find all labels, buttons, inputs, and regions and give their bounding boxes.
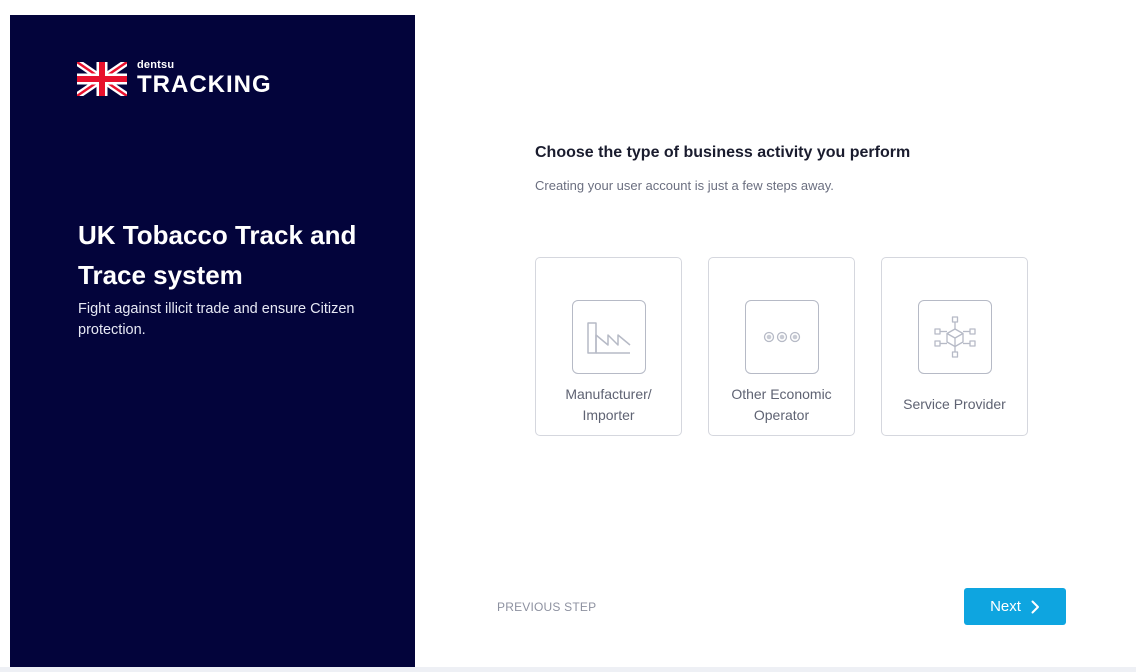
product-name: TRACKING bbox=[137, 71, 272, 98]
option-label: Manufacturer/ Importer bbox=[565, 386, 652, 423]
logo: dentsu TRACKING bbox=[77, 60, 272, 97]
previous-step-link[interactable]: PREVIOUS STEP bbox=[497, 600, 596, 614]
uk-flag-icon bbox=[77, 61, 127, 96]
option-label: Other Economic Operator bbox=[731, 386, 832, 423]
next-button-label: Next bbox=[990, 598, 1021, 615]
hero-title: UK Tobacco Track and Trace system bbox=[78, 220, 357, 290]
option-card-service-provider[interactable]: Service Provider bbox=[881, 257, 1028, 436]
bottom-strip bbox=[0, 667, 1136, 672]
next-button[interactable]: Next bbox=[964, 588, 1066, 625]
option-label: Service Provider bbox=[903, 396, 1006, 412]
company-name: dentsu bbox=[137, 59, 175, 71]
dots-icon bbox=[745, 300, 819, 374]
form-heading: Choose the type of business activity you… bbox=[535, 144, 911, 161]
logo-text: dentsu TRACKING bbox=[137, 60, 272, 97]
option-card-manufacturer-importer[interactable]: Manufacturer/ Importer bbox=[535, 257, 682, 436]
chevron-right-icon bbox=[1031, 600, 1039, 613]
brand-panel: dentsu TRACKING UK Tobacco Track and Tra… bbox=[10, 15, 415, 667]
page: dentsu TRACKING UK Tobacco Track and Tra… bbox=[0, 0, 1136, 672]
form-subheading: Creating your user account is just a few… bbox=[535, 178, 834, 193]
factory-icon bbox=[572, 300, 646, 374]
network-cube-icon bbox=[918, 300, 992, 374]
hero-subtitle: Fight against illicit trade and ensure C… bbox=[78, 301, 355, 338]
option-card-other-economic-operator[interactable]: Other Economic Operator bbox=[708, 257, 855, 436]
